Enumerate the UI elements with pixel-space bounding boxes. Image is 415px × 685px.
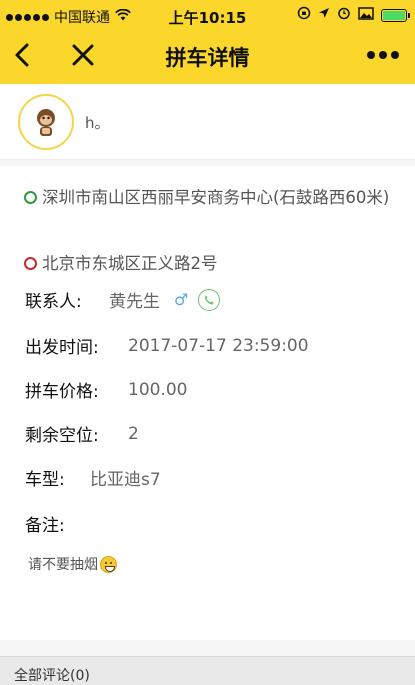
avatar[interactable] — [18, 94, 74, 150]
start-ring-icon — [24, 191, 37, 204]
remark-row: 备注: — [25, 511, 65, 536]
end-ring-icon — [24, 257, 37, 270]
location-icon — [318, 7, 330, 23]
user-name: h。 — [85, 114, 110, 132]
price-row: 拼车价格: 100.00 — [25, 377, 188, 403]
image-icon — [358, 6, 374, 24]
grinning-emoji-icon — [100, 555, 117, 573]
car-value: 比亚迪s7 — [90, 470, 161, 490]
status-right — [297, 6, 410, 24]
user-header[interactable]: h。 — [0, 84, 415, 160]
route-start: 深圳市南山区西丽早安商务中心(石鼓路西60米) — [14, 184, 406, 211]
route-start-text: 深圳市南山区西丽早安商务中心(石鼓路西60米) — [42, 188, 390, 207]
departure-label: 出发时间: — [25, 338, 99, 358]
contact-row: 联系人: 黄先生 ♂ — [25, 287, 221, 312]
page-title: 拼车详情 — [165, 46, 250, 70]
price-label: 拼车价格: — [25, 382, 99, 402]
alarm-icon — [337, 6, 351, 24]
route-end-text: 北京市东城区正义路2号 — [42, 254, 218, 273]
comments-bar[interactable]: 全部评论(0) — [0, 656, 415, 685]
status-bar: 中国联通 上午10:15 — [0, 0, 415, 30]
seats-label: 剩余空位: — [25, 426, 99, 446]
phone-icon[interactable] — [198, 288, 221, 311]
remark-value: 请不要抽烟 — [28, 557, 98, 573]
more-icon[interactable] — [363, 42, 403, 68]
route-end: 北京市东城区正义路2号 — [14, 250, 218, 277]
seats-row: 剩余空位: 2 — [25, 421, 139, 447]
monkey-avatar-icon — [37, 109, 55, 136]
contact-name: 黄先生 — [109, 292, 160, 312]
ride-detail: 深圳市南山区西丽早安商务中心(石鼓路西60米) 北京市东城区正义路2号 联系人:… — [0, 166, 415, 640]
price-value: 100.00 — [128, 379, 188, 400]
departure-value: 2017-07-17 23:59:00 — [128, 335, 309, 356]
remark-content: 请不要抽烟 — [28, 554, 117, 574]
car-row: 车型: 比亚迪s7 — [25, 465, 161, 490]
battery-icon — [381, 8, 410, 22]
car-label: 车型: — [25, 470, 65, 490]
remark-label: 备注: — [25, 516, 65, 536]
departure-row: 出发时间: 2017-07-17 23:59:00 — [25, 333, 309, 359]
contact-label: 联系人: — [25, 292, 82, 312]
seats-value: 2 — [128, 423, 139, 444]
rotation-lock-icon — [297, 6, 311, 24]
male-icon: ♂ — [174, 290, 189, 309]
nav-bar: 拼车详情 — [0, 30, 415, 84]
comments-label: 全部评论(0) — [14, 668, 90, 684]
